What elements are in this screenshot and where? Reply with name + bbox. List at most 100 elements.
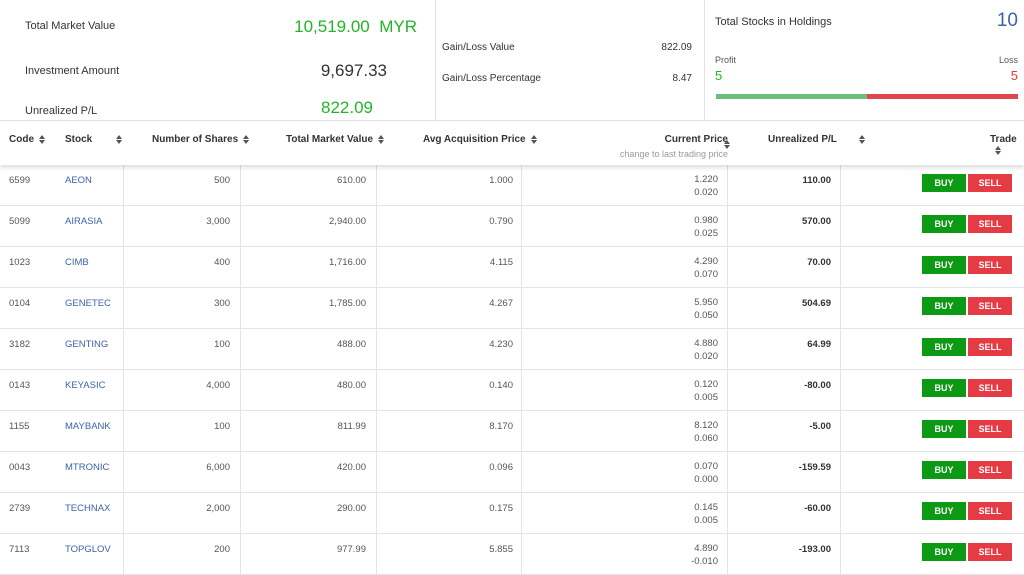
price-change-value: 0.070 <box>694 269 718 280</box>
buy-button[interactable]: BUY <box>922 338 966 356</box>
gain-loss-percentage: 8.47 <box>672 73 692 84</box>
cell-stock-link[interactable]: GENTING <box>65 339 108 350</box>
holdings-table-header: Code Stock Number of Shares Total Market… <box>0 121 1024 165</box>
sort-icon[interactable] <box>243 134 250 144</box>
buy-button[interactable]: BUY <box>922 174 966 192</box>
cell-current-price: 5.950 0.050 <box>694 296 718 322</box>
cell-unrealized-pl: 110.00 <box>802 175 831 186</box>
cell-code: 6599 <box>9 175 31 186</box>
cell-unrealized-pl: -5.00 <box>809 421 831 432</box>
sell-button[interactable]: SELL <box>968 297 1012 315</box>
cell-code: 2739 <box>9 503 31 514</box>
price-change-value: 0.020 <box>694 187 718 198</box>
sell-button[interactable]: SELL <box>968 338 1012 356</box>
cell-avg-price: 1.000 <box>489 175 513 186</box>
cell-stock-link[interactable]: GENETEC <box>65 298 111 309</box>
table-row[interactable]: 2739 TECHNAX 2,000 290.00 0.175 0.145 0.0… <box>0 493 1024 534</box>
sell-button[interactable]: SELL <box>968 502 1012 520</box>
table-row[interactable]: 6599 AEON 500 610.00 1.000 1.220 0.020 11… <box>0 165 1024 206</box>
total-stocks-count: 10 <box>996 10 1018 31</box>
header-trade: Trade <box>990 134 1024 156</box>
price-change-value: -0.010 <box>691 556 718 567</box>
investment-amount-label: Investment Amount <box>25 65 120 77</box>
header-shares[interactable]: Number of Shares <box>152 134 250 145</box>
sort-icon[interactable] <box>724 140 730 149</box>
sell-button[interactable]: SELL <box>968 256 1012 274</box>
header-code[interactable]: Code <box>9 134 45 145</box>
cell-shares: 400 <box>214 257 230 268</box>
cell-code: 0043 <box>9 462 31 473</box>
gain-loss-panel: Gain/Loss Value 822.09 Gain/Loss Percent… <box>436 0 705 120</box>
cell-unrealized-pl: 570.00 <box>801 216 831 227</box>
table-row[interactable]: 0043 MTRONIC 6,000 420.00 0.096 0.070 0.0… <box>0 452 1024 493</box>
sell-button[interactable]: SELL <box>968 543 1012 561</box>
buy-button[interactable]: BUY <box>922 256 966 274</box>
sort-icon[interactable] <box>530 134 537 144</box>
cell-shares: 500 <box>214 175 230 186</box>
table-row[interactable]: 3182 GENTING 100 488.00 4.230 4.880 0.020… <box>0 329 1024 370</box>
cell-stock-link[interactable]: KEYASIC <box>65 380 105 391</box>
header-stock[interactable]: Stock <box>65 134 123 145</box>
sort-icon[interactable] <box>378 134 385 144</box>
cell-code: 0143 <box>9 380 31 391</box>
buy-button[interactable]: BUY <box>922 215 966 233</box>
table-row[interactable]: 0104 GENETEC 300 1,785.00 4.267 5.950 0.0… <box>0 288 1024 329</box>
header-current-price-label: Current Price <box>664 134 728 145</box>
cell-avg-price: 0.140 <box>489 380 513 391</box>
sort-icon[interactable] <box>39 134 45 144</box>
current-price-value: 4.290 <box>694 256 718 267</box>
current-price-value: 1.220 <box>694 174 718 185</box>
current-price-value: 4.890 <box>694 543 718 554</box>
header-current-price[interactable]: Current Price change to last trading pric… <box>620 134 728 159</box>
cell-stock-link[interactable]: CIMB <box>65 257 89 268</box>
table-row[interactable]: 5099 AIRASIA 3,000 2,940.00 0.790 0.980 0… <box>0 206 1024 247</box>
table-row[interactable]: 0143 KEYASIC 4,000 480.00 0.140 0.120 0.0… <box>0 370 1024 411</box>
header-market-value-label: Total Market Value <box>286 134 374 145</box>
table-row[interactable]: 1155 MAYBANK 100 811.99 8.170 8.120 0.060… <box>0 411 1024 452</box>
cell-stock-link[interactable]: AIRASIA <box>65 216 103 227</box>
cell-stock-link[interactable]: AEON <box>65 175 92 186</box>
price-change-value: 0.050 <box>694 310 718 321</box>
sell-button[interactable]: SELL <box>968 215 1012 233</box>
profit-count: 5 <box>715 68 723 83</box>
gain-loss-value-label: Gain/Loss Value <box>442 42 515 53</box>
cell-shares: 200 <box>214 544 230 555</box>
table-row[interactable]: 1023 CIMB 400 1,716.00 4.115 4.290 0.070 … <box>0 247 1024 288</box>
currency-label: MYR <box>379 17 417 36</box>
cell-stock-link[interactable]: MAYBANK <box>65 421 111 432</box>
sell-button[interactable]: SELL <box>968 420 1012 438</box>
price-change-value: 0.005 <box>694 515 718 526</box>
header-stock-label: Stock <box>65 134 93 145</box>
cell-shares: 100 <box>214 421 230 432</box>
header-avg-price[interactable]: Avg Acquisition Price <box>423 134 537 145</box>
cell-stock-link[interactable]: TOPGLOV <box>65 544 111 555</box>
sell-button[interactable]: SELL <box>968 379 1012 397</box>
header-market-value[interactable]: Total Market Value <box>286 134 385 145</box>
cell-market-value: 420.00 <box>336 462 366 473</box>
cell-market-value: 480.00 <box>336 380 366 391</box>
buy-button[interactable]: BUY <box>922 297 966 315</box>
cell-stock-link[interactable]: TECHNAX <box>65 503 110 514</box>
buy-button[interactable]: BUY <box>922 379 966 397</box>
sell-button[interactable]: SELL <box>968 174 1012 192</box>
buy-button[interactable]: BUY <box>922 543 966 561</box>
buy-button[interactable]: BUY <box>922 502 966 520</box>
cell-code: 3182 <box>9 339 31 350</box>
sell-button[interactable]: SELL <box>968 461 1012 479</box>
sort-icon[interactable] <box>858 134 865 144</box>
table-row[interactable]: 7113 TOPGLOV 200 977.99 5.855 4.890 -0.01… <box>0 534 1024 575</box>
sort-icon[interactable] <box>995 145 1001 155</box>
sort-icon[interactable] <box>116 134 123 144</box>
unrealized-pl-value: 822.09 <box>321 98 373 117</box>
cell-stock-link[interactable]: MTRONIC <box>65 462 109 473</box>
buy-button[interactable]: BUY <box>922 420 966 438</box>
current-price-value: 4.880 <box>694 338 718 349</box>
cell-current-price: 0.145 0.005 <box>694 501 718 527</box>
price-change-value: 0.005 <box>694 392 718 403</box>
header-unrealized[interactable]: Unrealized P/L <box>768 134 865 145</box>
header-trade-label: Trade <box>990 134 1017 145</box>
cell-current-price: 4.290 0.070 <box>694 255 718 281</box>
buy-button[interactable]: BUY <box>922 461 966 479</box>
current-price-value: 0.120 <box>694 379 718 390</box>
cell-shares: 6,000 <box>206 462 230 473</box>
